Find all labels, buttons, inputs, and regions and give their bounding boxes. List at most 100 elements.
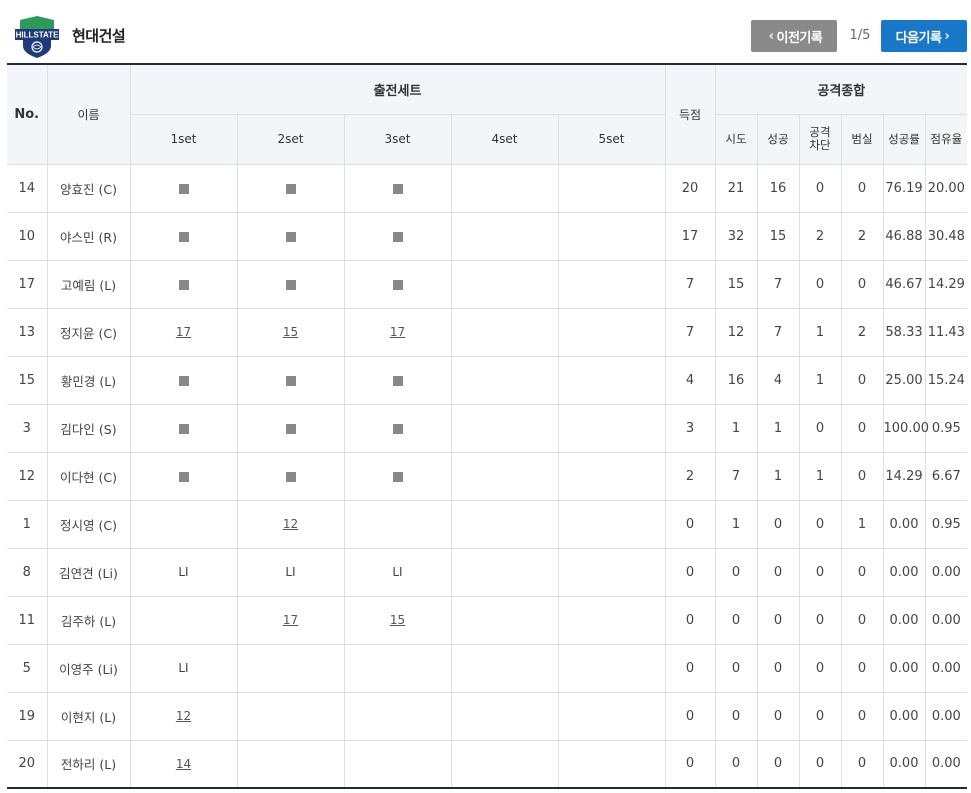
player-name: 김주하 (L) — [46, 595, 131, 645]
attack-share-cell: 0.00 — [924, 547, 968, 597]
table-row: 20 전하리 (L) 14 0 0 0 0 0 0.00 0.00 — [7, 739, 968, 789]
points-cell: 0 — [664, 499, 716, 549]
table-row: 17 고예림 (L) 7 15 7 0 0 46.67 14.29 — [7, 259, 968, 309]
set-5-cell — [557, 595, 666, 645]
attack-success-cell: 7 — [756, 259, 800, 309]
player-number: 10 — [7, 211, 48, 261]
attack-success-cell: 7 — [756, 307, 800, 357]
chevron-left-icon: ‹ — [768, 28, 774, 44]
player-name: 정시영 (C) — [46, 499, 131, 549]
player-number: 17 — [7, 259, 48, 309]
set-1-cell: 17 — [129, 307, 238, 357]
attack-error-cell: 2 — [840, 211, 884, 261]
substitution-link[interactable]: 17 — [283, 613, 298, 627]
set-4-cell — [450, 211, 559, 261]
set-4-cell — [450, 547, 559, 597]
attack-rate-cell: 0.00 — [882, 739, 926, 789]
player-name: 김연견 (Li) — [46, 547, 131, 597]
attack-rate-cell: 0.00 — [882, 643, 926, 693]
table-row: 14 양효진 (C) 20 21 16 0 0 76.19 20.00 — [7, 163, 968, 213]
set-1-cell — [129, 595, 238, 645]
attack-attempt-cell: 0 — [714, 691, 758, 741]
table-row: 8 김연견 (Li) LI LI LI 0 0 0 0 0 0.00 0.00 — [7, 547, 968, 597]
substitution-link[interactable]: 14 — [176, 757, 191, 771]
attack-success-cell: 0 — [756, 547, 800, 597]
attack-error-cell: 0 — [840, 163, 884, 213]
points-cell: 0 — [664, 643, 716, 693]
attack-attempt-cell: 1 — [714, 499, 758, 549]
played-set-marker-icon — [285, 375, 296, 386]
player-name: 야스민 (R) — [46, 211, 131, 261]
set-5-cell — [557, 739, 666, 789]
page-header: HILLSTATE 현대건설 ‹ 이전기록 1/5 다음기록 › — [0, 0, 971, 64]
attack-rate-cell: 58.33 — [882, 307, 926, 357]
set-2-cell — [236, 355, 345, 405]
set-1-cell — [129, 451, 238, 501]
played-set-marker-icon — [178, 375, 189, 386]
attack-attempt-cell: 0 — [714, 739, 758, 789]
header-attack-rate: 성공률 — [882, 113, 926, 165]
points-cell: 4 — [664, 355, 716, 405]
header-attack-share: 점유율 — [924, 113, 968, 165]
attack-blocked-cell: 0 — [798, 547, 842, 597]
substitution-link[interactable]: 12 — [176, 709, 191, 723]
attack-success-cell: 0 — [756, 691, 800, 741]
attack-attempt-cell: 7 — [714, 451, 758, 501]
attack-error-cell: 0 — [840, 355, 884, 405]
attack-rate-cell: 46.88 — [882, 211, 926, 261]
set-3-cell: 17 — [343, 307, 452, 357]
attack-share-cell: 14.29 — [924, 259, 968, 309]
set-3-cell: 15 — [343, 595, 452, 645]
attack-success-cell: 1 — [756, 451, 800, 501]
attack-share-cell: 6.67 — [924, 451, 968, 501]
player-number: 8 — [7, 547, 48, 597]
header-set-4: 4set — [450, 113, 559, 165]
set-4-cell — [450, 307, 559, 357]
player-number: 15 — [7, 355, 48, 405]
set-4-cell — [450, 403, 559, 453]
attack-error-cell: 2 — [840, 307, 884, 357]
libero-label: LI — [178, 661, 189, 675]
attack-rate-cell: 0.00 — [882, 547, 926, 597]
next-record-button[interactable]: 다음기록 › — [881, 20, 967, 52]
substitution-link[interactable]: 17 — [176, 325, 191, 339]
set-3-cell — [343, 259, 452, 309]
set-4-cell — [450, 163, 559, 213]
played-set-marker-icon — [392, 471, 403, 482]
header-set-1: 1set — [130, 113, 238, 165]
substitution-link[interactable]: 17 — [390, 325, 405, 339]
set-2-cell — [236, 163, 345, 213]
player-number: 1 — [7, 499, 48, 549]
set-4-cell — [450, 259, 559, 309]
attack-success-cell: 1 — [756, 403, 800, 453]
set-3-cell — [343, 691, 452, 741]
substitution-link[interactable]: 12 — [283, 517, 298, 531]
set-4-cell — [450, 643, 559, 693]
set-1-cell — [129, 355, 238, 405]
prev-record-button[interactable]: ‹ 이전기록 — [751, 20, 837, 52]
header-attack-success: 성공 — [756, 113, 800, 165]
attack-attempt-cell: 21 — [714, 163, 758, 213]
attack-blocked-cell: 0 — [798, 499, 842, 549]
attack-error-cell: 0 — [840, 595, 884, 645]
attack-error-cell: 0 — [840, 739, 884, 789]
played-set-marker-icon — [392, 231, 403, 242]
played-set-marker-icon — [178, 423, 189, 434]
player-number: 13 — [7, 307, 48, 357]
table-row: 19 이현지 (L) 12 0 0 0 0 0 0.00 0.00 — [7, 691, 968, 741]
substitution-link[interactable]: 15 — [390, 613, 405, 627]
set-2-cell: 17 — [236, 595, 345, 645]
set-5-cell — [557, 451, 666, 501]
attack-attempt-cell: 12 — [714, 307, 758, 357]
libero-label: LI — [285, 565, 296, 579]
set-1-cell — [129, 403, 238, 453]
attack-attempt-cell: 0 — [714, 643, 758, 693]
set-5-cell — [557, 259, 666, 309]
substitution-link[interactable]: 15 — [283, 325, 298, 339]
player-name: 고예림 (L) — [46, 259, 131, 309]
set-2-cell: LI — [236, 547, 345, 597]
set-1-cell — [129, 499, 238, 549]
player-name: 전하리 (L) — [46, 739, 131, 789]
set-5-cell — [557, 163, 666, 213]
attack-rate-cell: 25.00 — [882, 355, 926, 405]
